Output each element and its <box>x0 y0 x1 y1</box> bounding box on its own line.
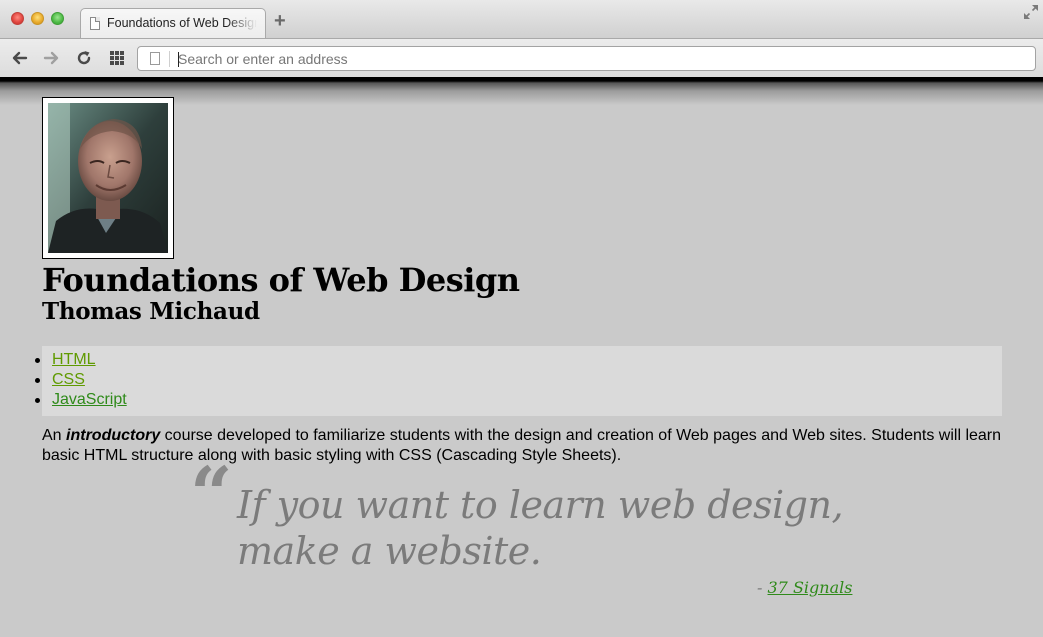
nav-item-html: HTML <box>35 350 1002 370</box>
nav-link-javascript[interactable]: JavaScript <box>52 391 127 408</box>
browser-titlebar: Foundations of Web Design + <box>0 0 1043 39</box>
address-bar[interactable] <box>137 46 1036 71</box>
nav-list: HTML CSS JavaScript <box>35 346 1002 410</box>
portrait-image <box>48 103 168 253</box>
description-body: course developed to familiarize students… <box>42 427 1002 464</box>
nav-link-css[interactable]: CSS <box>52 371 85 388</box>
back-arrow-icon[interactable] <box>10 48 30 68</box>
attribution-link[interactable]: 37 Signals <box>768 578 853 597</box>
window-minimize-button[interactable] <box>31 12 44 25</box>
apps-grid-icon[interactable] <box>107 48 127 68</box>
pull-quote: If you want to learn web design, make a … <box>237 483 844 573</box>
page-icon <box>150 52 160 65</box>
description-lead: An <box>42 427 67 444</box>
fullscreen-icon[interactable] <box>1023 4 1039 20</box>
nav-link-html[interactable]: HTML <box>52 351 96 368</box>
course-description: An introductory course developed to fami… <box>42 426 1007 466</box>
page-icon <box>90 17 100 30</box>
reload-icon[interactable] <box>74 48 94 68</box>
profile-photo <box>42 97 174 259</box>
text-caret <box>178 52 179 67</box>
browser-tab[interactable]: Foundations of Web Design <box>80 8 266 39</box>
attribution-prefix: - <box>757 578 768 597</box>
description-emphasis: introductory <box>66 427 161 444</box>
quote-mark-icon: “ <box>190 452 233 538</box>
forward-arrow-icon[interactable] <box>41 48 61 68</box>
address-divider <box>169 51 170 67</box>
page-title: Foundations of Web Design <box>42 261 520 299</box>
address-input[interactable] <box>178 49 1018 68</box>
topic-navigation: HTML CSS JavaScript <box>35 346 1002 416</box>
web-page: Foundations of Web Design Thomas Michaud… <box>0 78 1043 637</box>
new-tab-button[interactable]: + <box>274 11 286 31</box>
tab-title: Foundations of Web Design <box>107 16 257 30</box>
nav-item-javascript: JavaScript <box>35 390 1002 410</box>
window-maximize-button[interactable] <box>51 12 64 25</box>
quote-attribution: - 37 Signals <box>757 578 852 597</box>
window-close-button[interactable] <box>11 12 24 25</box>
page-subtitle: Thomas Michaud <box>42 298 260 325</box>
browser-toolbar <box>0 38 1043 78</box>
nav-item-css: CSS <box>35 370 1002 390</box>
